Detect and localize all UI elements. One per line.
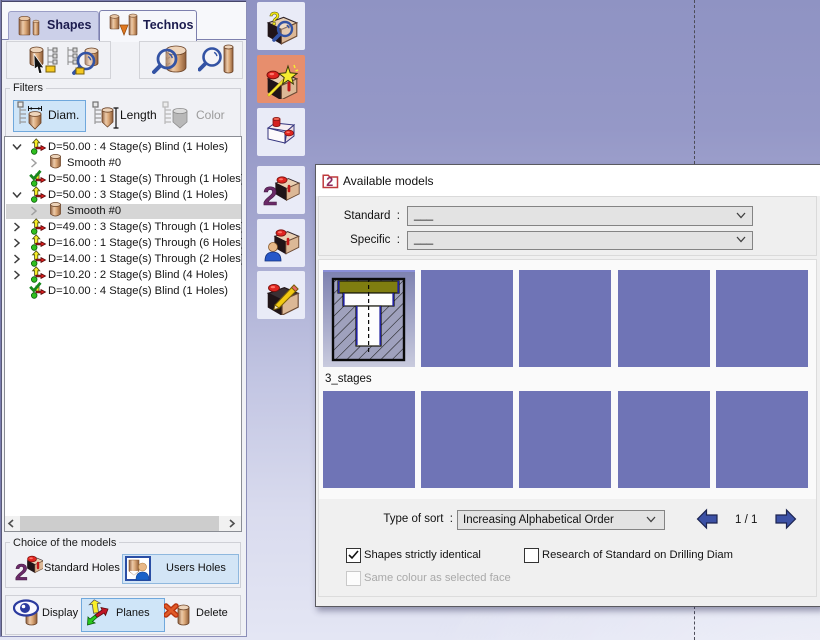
svg-text:2: 2 <box>263 181 277 210</box>
svg-text:2: 2 <box>326 175 333 189</box>
svg-text:2: 2 <box>15 559 28 583</box>
